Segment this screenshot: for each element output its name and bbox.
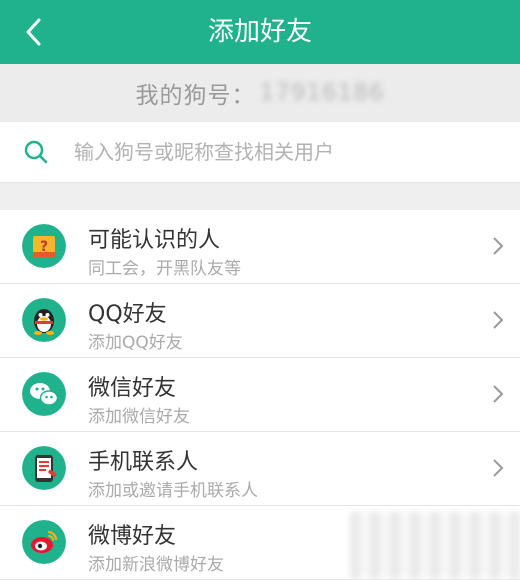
list-item-qq-friends[interactable]: QQ好友 添加QQ好友 [0,284,520,358]
list-item-label: 手机联系人 [88,450,199,475]
top-app-bar: 添加好友 [0,0,520,64]
list-item-label: 可能认识的人 [88,228,221,253]
list-item-label: 微博好友 [88,524,177,549]
section-divider [0,183,520,210]
list-item-phone-contacts[interactable]: 手机联系人 添加或邀请手机联系人 [0,432,520,506]
search-icon [22,138,50,166]
account-label: 我的狗号： [135,83,256,109]
list-item-subtitle: 添加微信好友 [88,407,190,427]
svg-text:?: ? [40,239,48,255]
list-item-subtitle: 添加QQ好友 [88,333,183,353]
page-title: 添加好友 [207,17,312,47]
my-account-row: 我的狗号： 17916186 [0,64,520,122]
weibo-icon [22,520,66,564]
list-item-label: 微信好友 [88,376,177,401]
qq-penguin-icon [22,298,66,342]
list-item-label: QQ好友 [88,302,167,327]
chevron-right-icon [493,237,504,255]
redacted-area [350,512,520,579]
people-card-icon: ? [22,224,66,268]
account-id: 17916186 [259,80,385,106]
list-item-wechat-friends[interactable]: 微信好友 添加微信好友 [0,358,520,432]
search-input[interactable] [72,139,496,165]
search-bar[interactable] [0,122,520,183]
phone-contacts-icon [22,446,66,490]
chevron-right-icon [493,311,504,329]
chevron-right-icon [493,459,504,477]
chevron-right-icon [493,385,504,403]
list-item-people-you-may-know[interactable]: ? 可能认识的人 同工会，开黑队友等 [0,210,520,284]
list-item-subtitle: 添加或邀请手机联系人 [88,481,258,501]
list-item-subtitle: 添加新浪微博好友 [88,555,224,575]
list-item-subtitle: 同工会，开黑队友等 [88,259,241,279]
wechat-icon [22,372,66,416]
